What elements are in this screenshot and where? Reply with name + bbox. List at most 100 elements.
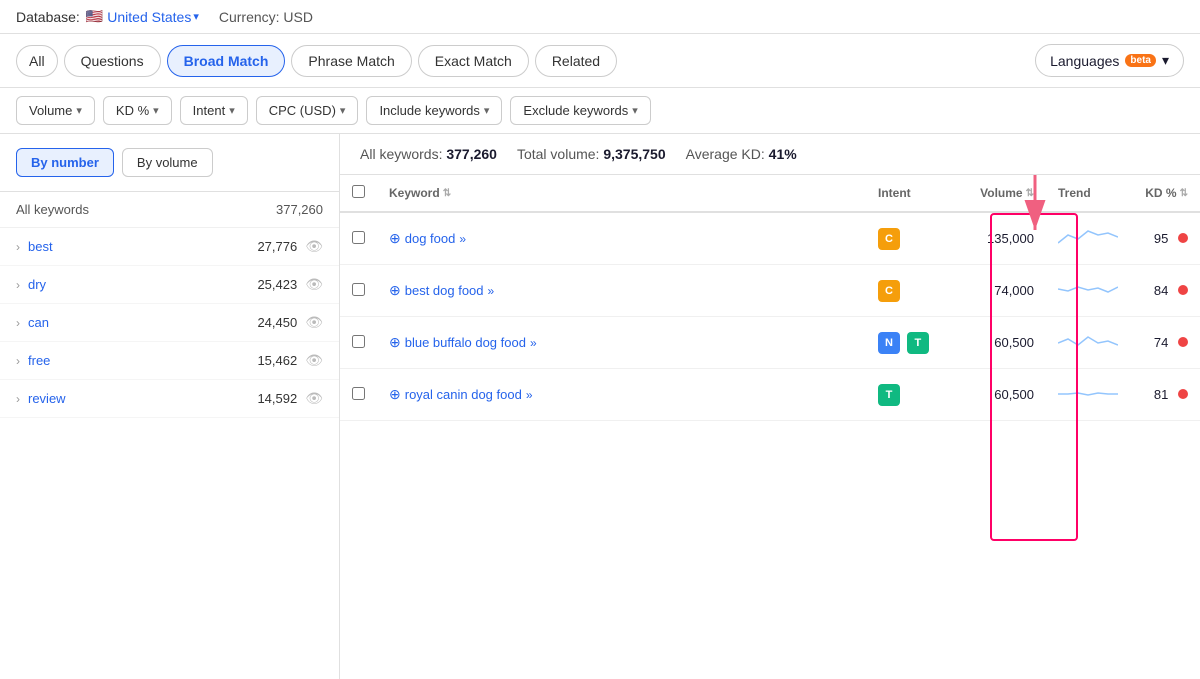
total-volume-label: Total volume: 9,375,750 bbox=[517, 146, 666, 162]
eye-icon[interactable]: 👁 bbox=[305, 276, 323, 293]
db-label: Database: bbox=[16, 9, 80, 25]
view-by-volume-btn[interactable]: By volume bbox=[122, 148, 213, 177]
sidebar-keyword: dry bbox=[28, 277, 257, 292]
filters-row: Volume ▾ KD % ▾ Intent ▾ CPC (USD) ▾ Inc… bbox=[0, 88, 1200, 134]
kd-cell: 74 bbox=[1130, 317, 1200, 369]
expand-keyword-icon[interactable]: » bbox=[488, 284, 495, 298]
add-keyword-icon[interactable]: ⊕ bbox=[389, 230, 401, 247]
keyword-link[interactable]: ⊕ royal canin dog food » bbox=[389, 386, 854, 403]
kd-cell: 95 bbox=[1130, 212, 1200, 265]
tab-exact-match[interactable]: Exact Match bbox=[418, 45, 529, 77]
sidebar-item[interactable]: › free 15,462 👁 bbox=[0, 342, 339, 380]
languages-label: Languages bbox=[1050, 53, 1119, 69]
eye-icon[interactable]: 👁 bbox=[305, 352, 323, 369]
filter-intent[interactable]: Intent ▾ bbox=[180, 96, 248, 125]
sidebar-item[interactable]: › best 27,776 👁 bbox=[0, 228, 339, 266]
sidebar-keyword: free bbox=[28, 353, 257, 368]
row-checkbox[interactable] bbox=[352, 387, 365, 400]
volume-cell: 60,500 bbox=[956, 369, 1046, 421]
trend-cell bbox=[1046, 317, 1130, 369]
tab-related[interactable]: Related bbox=[535, 45, 617, 77]
row-checkbox[interactable] bbox=[352, 231, 365, 244]
keyword-link[interactable]: ⊕ dog food » bbox=[389, 230, 854, 247]
trend-sparkline bbox=[1058, 277, 1118, 301]
chevron-right-icon: › bbox=[16, 316, 20, 330]
volume-cell: 74,000 bbox=[956, 265, 1046, 317]
expand-keyword-icon[interactable]: » bbox=[530, 336, 537, 350]
filter-include-label: Include keywords bbox=[379, 103, 479, 118]
filter-volume-label: Volume bbox=[29, 103, 72, 118]
eye-icon[interactable]: 👁 bbox=[305, 238, 323, 255]
view-by-number-btn[interactable]: By number bbox=[16, 148, 114, 177]
db-link[interactable]: United States bbox=[107, 9, 191, 25]
volume-sort-icon[interactable]: ⇅ bbox=[1026, 188, 1034, 199]
trend-cell bbox=[1046, 265, 1130, 317]
sidebar-count: 14,592 bbox=[257, 391, 297, 406]
volume-cell: 60,500 bbox=[956, 317, 1046, 369]
db-chevron-icon[interactable]: ▾ bbox=[193, 10, 199, 23]
trend-cell bbox=[1046, 212, 1130, 265]
expand-keyword-icon[interactable]: » bbox=[526, 388, 533, 402]
filter-exclude-label: Exclude keywords bbox=[523, 103, 628, 118]
sidebar-keyword: can bbox=[28, 315, 257, 330]
th-trend: Trend bbox=[1046, 175, 1130, 212]
trend-col-label: Trend bbox=[1058, 186, 1091, 200]
filter-volume-chevron-icon: ▾ bbox=[76, 104, 82, 117]
keywords-table: Keyword ⇅ Intent Volume ⇅ bbox=[340, 175, 1200, 421]
beta-badge: beta bbox=[1125, 54, 1156, 67]
filter-include[interactable]: Include keywords ▾ bbox=[366, 96, 502, 125]
filter-intent-label: Intent bbox=[193, 103, 226, 118]
tab-broad-match[interactable]: Broad Match bbox=[167, 45, 286, 77]
keyword-text: dog food bbox=[405, 231, 456, 246]
tab-phrase-match[interactable]: Phrase Match bbox=[291, 45, 411, 77]
row-checkbox[interactable] bbox=[352, 335, 365, 348]
filter-intent-chevron-icon: ▾ bbox=[229, 104, 235, 117]
add-keyword-icon[interactable]: ⊕ bbox=[389, 334, 401, 351]
sidebar-item[interactable]: › review 14,592 👁 bbox=[0, 380, 339, 418]
table-row: ⊕ blue buffalo dog food » N T 60,500 bbox=[340, 317, 1200, 369]
kd-sort-icon[interactable]: ⇅ bbox=[1180, 188, 1188, 199]
th-checkbox bbox=[340, 175, 377, 212]
filter-kd[interactable]: KD % ▾ bbox=[103, 96, 172, 125]
keyword-link[interactable]: ⊕ blue buffalo dog food » bbox=[389, 334, 854, 351]
filter-kd-label: KD % bbox=[116, 103, 149, 118]
filter-exclude[interactable]: Exclude keywords ▾ bbox=[510, 96, 650, 125]
expand-keyword-icon[interactable]: » bbox=[459, 232, 466, 246]
keyword-cell: ⊕ royal canin dog food » bbox=[377, 369, 866, 421]
tab-questions[interactable]: Questions bbox=[64, 45, 161, 77]
tab-all[interactable]: All bbox=[16, 45, 58, 77]
row-checkbox-cell bbox=[340, 265, 377, 317]
sidebar-keyword: review bbox=[28, 391, 257, 406]
select-all-checkbox[interactable] bbox=[352, 185, 365, 198]
intent-badge-c: C bbox=[878, 228, 900, 250]
kd-dot-icon bbox=[1178, 285, 1188, 295]
languages-dropdown[interactable]: Languages beta ▾ bbox=[1035, 44, 1184, 77]
th-volume: Volume ⇅ bbox=[956, 175, 1046, 212]
avg-kd-label: Average KD: 41% bbox=[686, 146, 797, 162]
keyword-cell: ⊕ dog food » bbox=[377, 212, 866, 265]
eye-icon[interactable]: 👁 bbox=[305, 314, 323, 331]
keyword-col-label: Keyword bbox=[389, 186, 440, 200]
keyword-link[interactable]: ⊕ best dog food » bbox=[389, 282, 854, 299]
stats-bar: All keywords: 377,260 Total volume: 9,37… bbox=[340, 134, 1200, 175]
th-kd: KD % ⇅ bbox=[1130, 175, 1200, 212]
row-checkbox[interactable] bbox=[352, 283, 365, 296]
sidebar-all-keywords-label: All keywords bbox=[16, 202, 89, 217]
add-keyword-icon[interactable]: ⊕ bbox=[389, 282, 401, 299]
eye-icon[interactable]: 👁 bbox=[305, 390, 323, 407]
th-intent: Intent bbox=[866, 175, 956, 212]
keyword-sort-icon[interactable]: ⇅ bbox=[443, 188, 451, 199]
filter-volume[interactable]: Volume ▾ bbox=[16, 96, 95, 125]
filter-cpc[interactable]: CPC (USD) ▾ bbox=[256, 96, 359, 125]
add-keyword-icon[interactable]: ⊕ bbox=[389, 386, 401, 403]
table-row: ⊕ best dog food » C 74,000 bbox=[340, 265, 1200, 317]
sidebar-item[interactable]: › can 24,450 👁 bbox=[0, 304, 339, 342]
volume-cell: 135,000 bbox=[956, 212, 1046, 265]
sidebar-count: 24,450 bbox=[257, 315, 297, 330]
sidebar-item[interactable]: › dry 25,423 👁 bbox=[0, 266, 339, 304]
keyword-text: best dog food bbox=[405, 283, 484, 298]
flag-icon: 🇺🇸 bbox=[86, 8, 103, 25]
filter-cpc-label: CPC (USD) bbox=[269, 103, 336, 118]
table-row: ⊕ dog food » C 135,000 bbox=[340, 212, 1200, 265]
trend-sparkline bbox=[1058, 225, 1118, 249]
